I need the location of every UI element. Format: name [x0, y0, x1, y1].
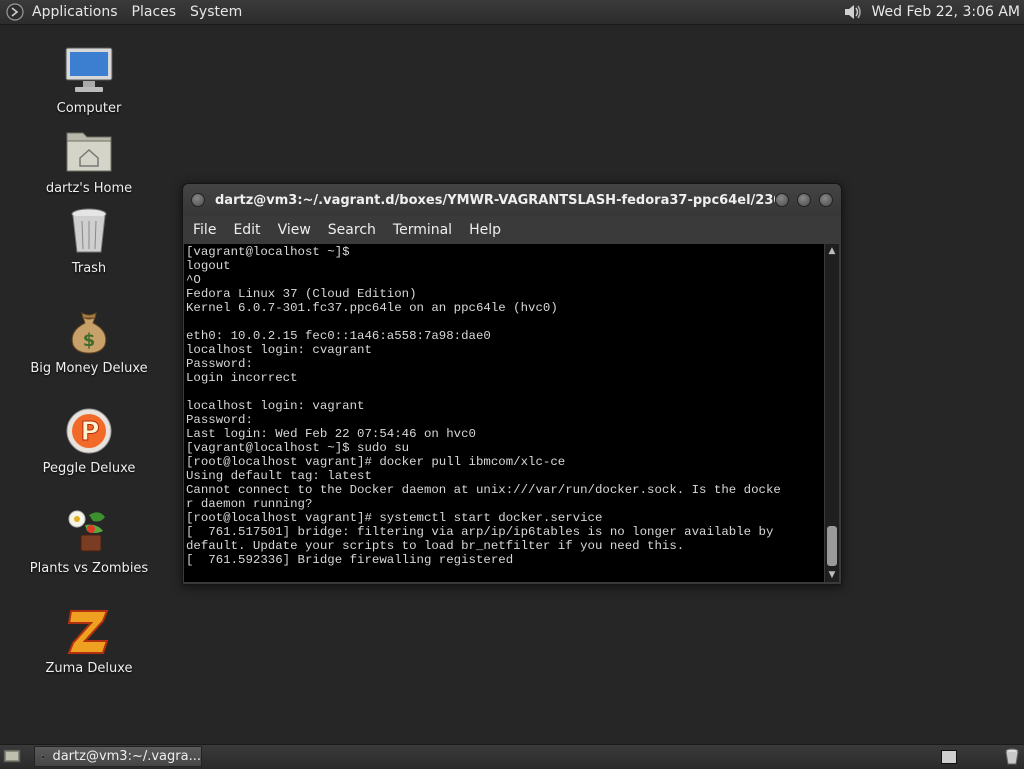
desktop-icon-label: Zuma Deluxe [45, 661, 133, 676]
plants-icon [68, 510, 105, 552]
tray: Wed Feb 22, 3:06 AM [842, 0, 1020, 24]
money-bag-icon: $ [71, 312, 107, 354]
menu-edit[interactable]: Edit [233, 222, 260, 238]
desktop-icon-big-money[interactable]: $ Big Money Deluxe [14, 305, 164, 376]
terminal-menubar: File Edit View Search Terminal Help [183, 218, 841, 242]
desktop-icon-label: dartz's Home [45, 181, 133, 196]
desktop-icon-label: Trash [71, 261, 107, 276]
desktop-icon-label: Big Money Deluxe [30, 361, 148, 376]
menu-file[interactable]: File [193, 222, 216, 238]
top-panel: Applications Places System Wed Feb 22, 3… [0, 0, 1024, 25]
places-menu[interactable]: Places [132, 4, 177, 20]
terminal-icon [41, 755, 45, 758]
close-button[interactable] [819, 193, 833, 207]
clock[interactable]: Wed Feb 22, 3:06 AM [872, 4, 1020, 20]
desktop-icon-trash[interactable]: Trash [14, 205, 164, 276]
computer-icon [65, 47, 113, 92]
desktop-icon-label: Peggle Deluxe [42, 461, 136, 476]
desktop-icon-zuma[interactable]: Zuma Deluxe [14, 605, 164, 676]
trash-applet-icon[interactable] [1004, 748, 1020, 765]
peggle-icon: P [66, 408, 112, 454]
taskbar-terminal-button[interactable]: dartz@vm3:~/.vagra... [34, 746, 202, 767]
window-titlebar[interactable]: dartz@vm3:~/.vagrant.d/boxes/YMWR-VAGRAN… [183, 184, 841, 216]
desktop-icon-plants-vs-zombies[interactable]: Plants vs Zombies [14, 505, 164, 576]
desktop-icon-home[interactable]: dartz's Home [14, 125, 164, 196]
workspace-switcher[interactable] [941, 750, 957, 764]
terminal-window[interactable]: dartz@vm3:~/.vagrant.d/boxes/YMWR-VAGRAN… [182, 183, 842, 585]
terminal-output[interactable]: [vagrant@localhost ~]$ logout ^O Fedora … [184, 244, 824, 568]
window-title: dartz@vm3:~/.vagrant.d/boxes/YMWR-VAGRAN… [215, 192, 775, 208]
menu-search[interactable]: Search [328, 222, 376, 238]
scroll-up-arrow-icon[interactable]: ▲ [827, 246, 837, 256]
trash-icon [71, 208, 107, 253]
svg-text:P: P [80, 417, 99, 447]
scrollbar-thumb[interactable] [827, 526, 837, 566]
bottom-panel: dartz@vm3:~/.vagra... [0, 744, 1024, 769]
window-controls [775, 193, 833, 207]
svg-text:$: $ [83, 330, 96, 351]
scroll-down-arrow-icon[interactable]: ▼ [827, 570, 837, 580]
menu-view[interactable]: View [278, 222, 311, 238]
terminal-area[interactable]: [vagrant@localhost ~]$ logout ^O Fedora … [184, 244, 824, 582]
gnome-foot-icon[interactable] [6, 3, 24, 21]
volume-icon[interactable] [842, 2, 864, 22]
show-desktop-icon[interactable] [3, 748, 21, 764]
window-menu-button[interactable] [191, 193, 205, 207]
menu-help[interactable]: Help [469, 222, 501, 238]
taskbar-label: dartz@vm3:~/.vagra... [52, 749, 201, 764]
zuma-icon [67, 610, 109, 654]
applications-menu[interactable]: Applications [32, 4, 118, 20]
maximize-button[interactable] [797, 193, 811, 207]
desktop-icon-peggle[interactable]: P Peggle Deluxe [14, 405, 164, 476]
desktop-icon-label: Plants vs Zombies [29, 561, 149, 576]
menu-terminal[interactable]: Terminal [393, 222, 452, 238]
minimize-button[interactable] [775, 193, 789, 207]
terminal-scrollbar[interactable]: ▲ ▼ [825, 244, 839, 582]
system-menu[interactable]: System [190, 4, 242, 20]
desktop-icon-computer[interactable]: Computer [14, 45, 164, 116]
desktop-icon-label: Computer [56, 101, 122, 116]
home-folder-icon [66, 132, 112, 172]
